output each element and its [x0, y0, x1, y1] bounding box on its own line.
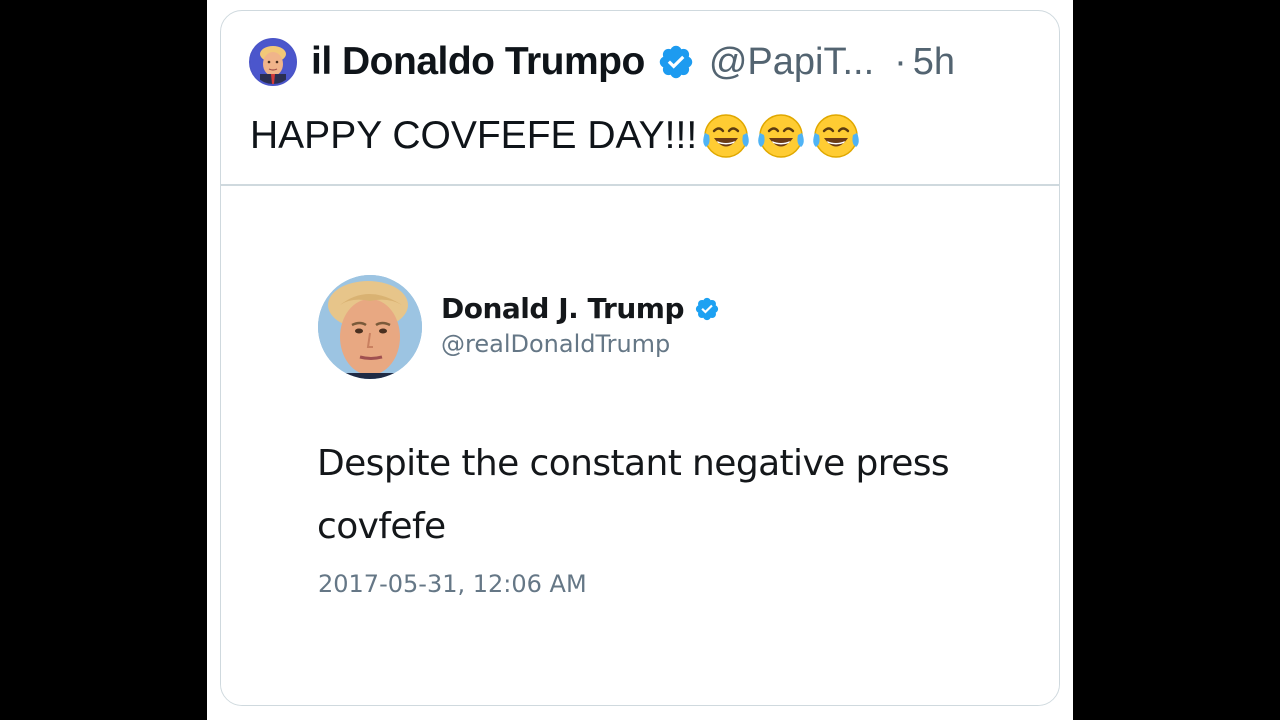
separator-dot: · — [894, 40, 907, 83]
author-display-name[interactable]: il Donaldo Trumpo — [311, 40, 645, 84]
face-with-tears-of-joy-icon — [810, 111, 862, 161]
quoted-author-display-name: Donald J. Trump — [441, 292, 684, 325]
face-with-tears-of-joy-icon — [755, 111, 807, 161]
tweet-card[interactable]: il Donaldo Trumpo @PapiT... · 5h HAPPY C… — [220, 10, 1060, 706]
tweet-text-content: HAPPY COVFEFE DAY!!! — [250, 114, 698, 157]
quoted-author-name-row: Donald J. Trump — [441, 292, 720, 325]
screenshot-page: il Donaldo Trumpo @PapiT... · 5h HAPPY C… — [207, 0, 1073, 720]
profile-photo-icon — [318, 275, 422, 379]
verified-badge-icon — [694, 296, 720, 322]
author-handle[interactable]: @PapiT... — [709, 41, 874, 84]
tweet-timestamp[interactable]: 5h — [913, 41, 955, 84]
quoted-tweet-date: 2017-05-31, 12:06 AM — [318, 570, 587, 598]
face-with-tears-of-joy-icon — [700, 111, 752, 161]
attached-screenshot-image[interactable]: Donald J. Trump @realDonaldTrump Despite… — [221, 186, 1059, 705]
tweet-text: HAPPY COVFEFE DAY!!! — [250, 111, 862, 161]
author-avatar[interactable] — [249, 38, 297, 86]
quoted-author-handle: @realDonaldTrump — [441, 330, 671, 358]
quoted-author-avatar — [318, 275, 422, 379]
tweet-header: il Donaldo Trumpo @PapiT... · 5h — [249, 35, 1039, 89]
profile-photo-icon — [251, 40, 295, 84]
verified-badge-icon — [657, 43, 695, 81]
quoted-tweet-text: Despite the constant negative press covf… — [317, 443, 950, 547]
